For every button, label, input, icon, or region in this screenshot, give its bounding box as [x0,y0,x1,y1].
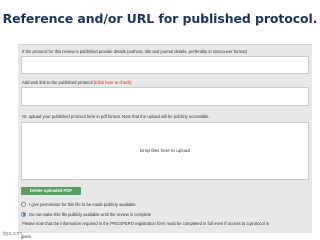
radio-label: Do not make this file publicly available… [29,211,152,217]
url-label-row: Add web link to the published protocol [… [22,80,131,85]
slide-title: Reference and/or URL for published proto… [2,11,318,26]
radio-option-permission[interactable]: I give permission for this file to be ma… [21,200,136,208]
published-details-label: If the protocol for this review is publi… [22,49,247,54]
upload-label: Or, upload your published protocol here … [22,114,210,119]
pdf-drop-zone[interactable]: Drop files here to upload [21,122,309,180]
watermark: fppt.com [3,231,23,237]
note-text-continued: given. [21,234,33,239]
url-input[interactable] [21,87,309,106]
radio-option-withhold[interactable]: Do not make this file publicly available… [21,210,151,218]
form-screenshot: If the protocol for this review is publi… [18,44,312,233]
delete-pdf-button[interactable]: Delete uploaded PDF [21,187,81,195]
note-text: Please note that the information require… [22,221,269,226]
radio-button[interactable] [21,201,26,207]
published-details-textarea[interactable] [21,56,309,74]
radio-label: I give permission for this file to be ma… [29,201,136,207]
radio-button-selected[interactable] [21,211,26,217]
url-label: Add web link to the published protocol [22,80,93,85]
check-link[interactable]: [Click here to check] [94,80,132,85]
drop-zone-text: Drop files here to upload [139,148,191,153]
